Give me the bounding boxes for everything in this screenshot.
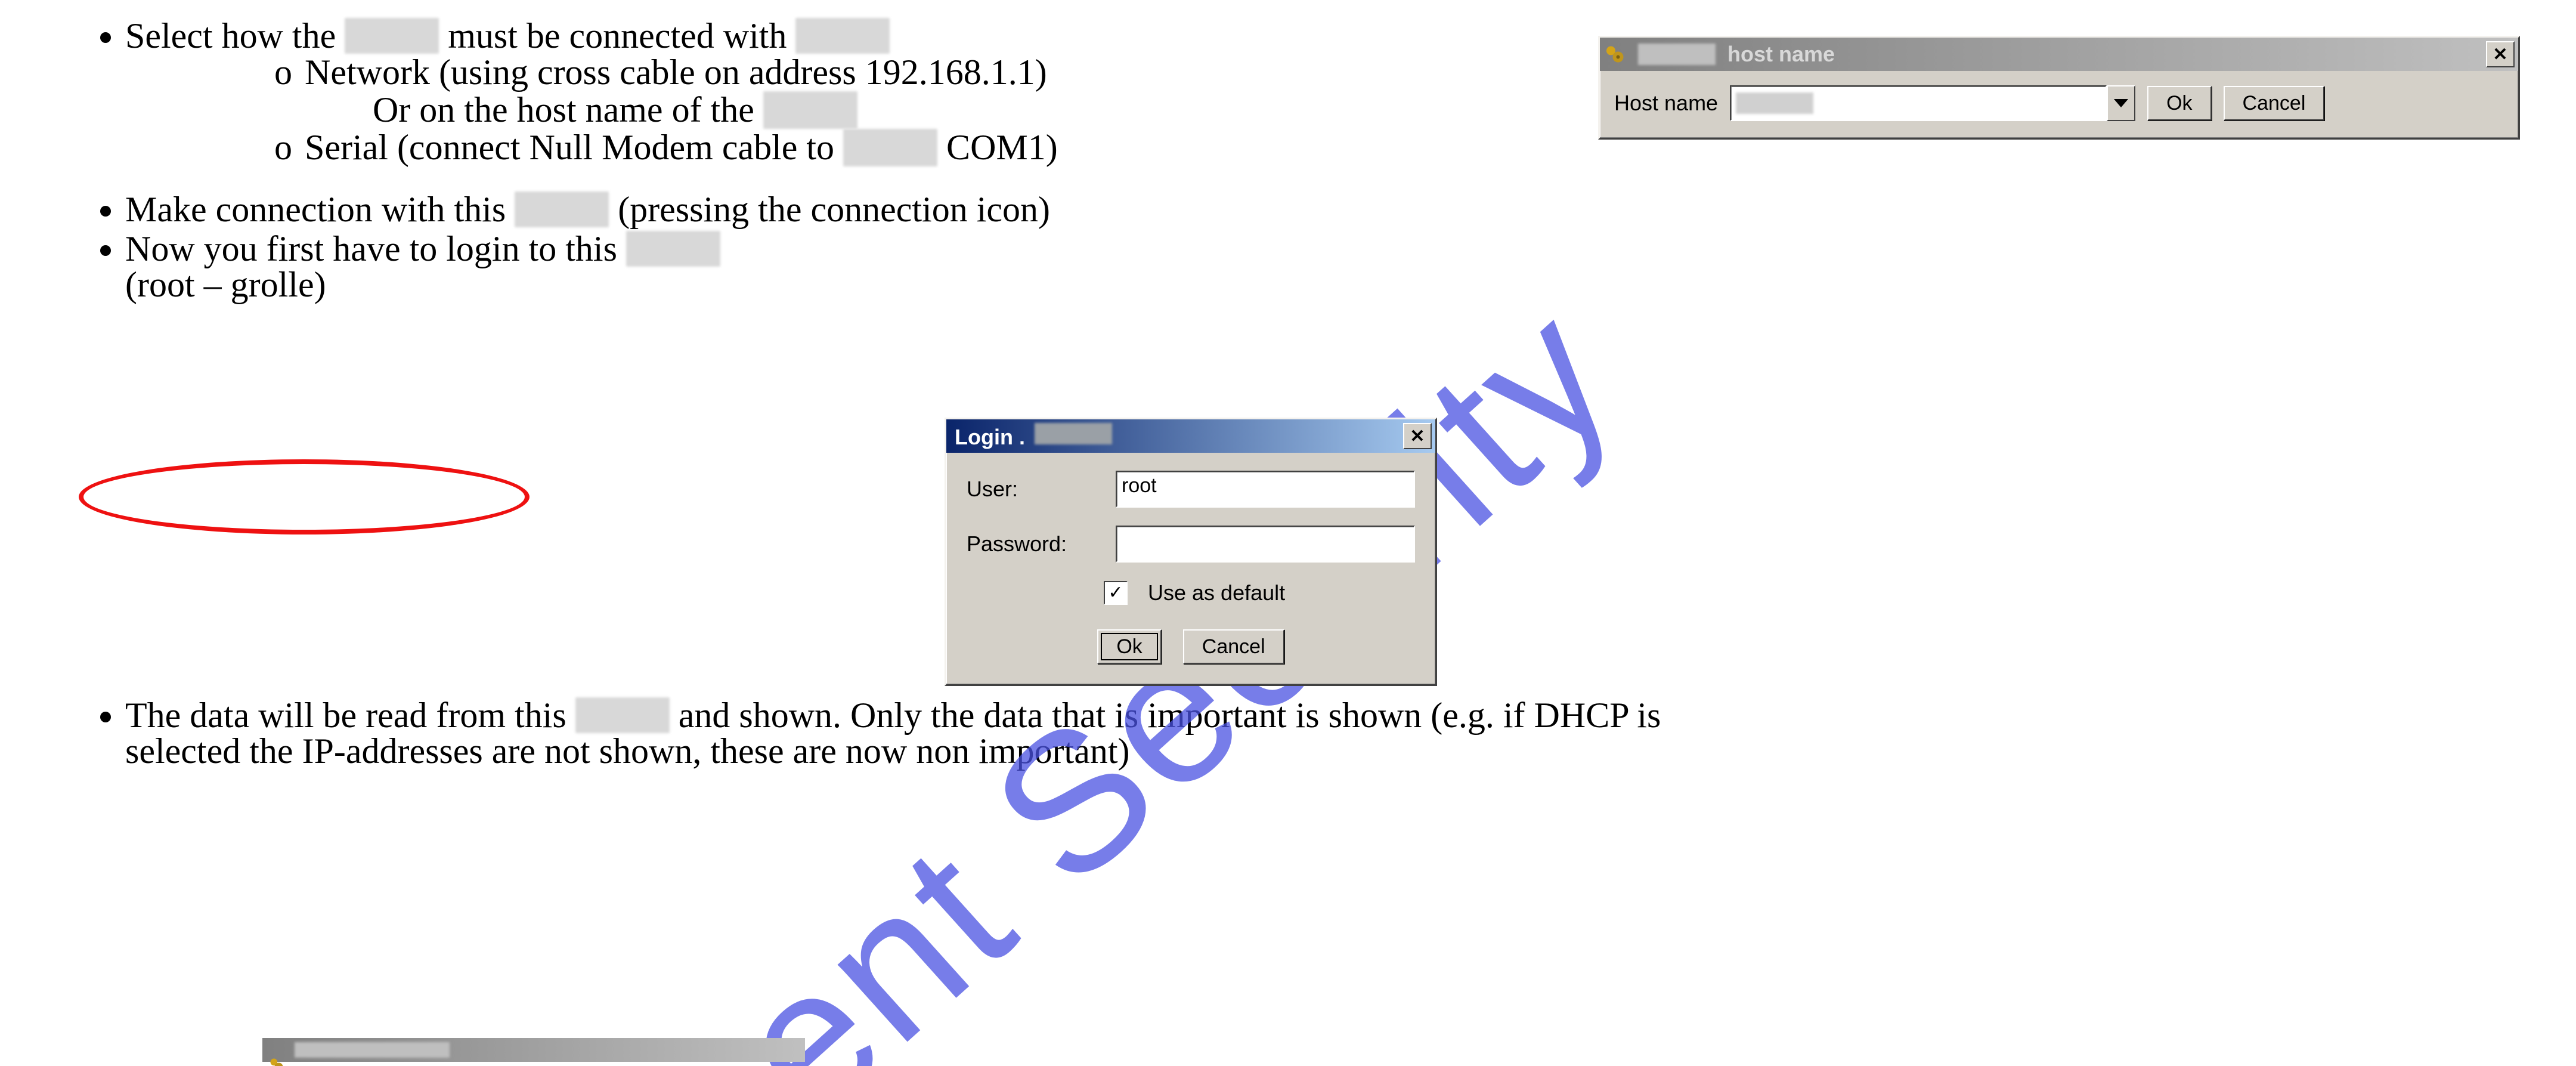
bullet-login: Now you first have to login to this xxxx… xyxy=(125,231,2385,302)
login-credentials-text: (root – grolle) xyxy=(125,267,2385,302)
text: Or on the host name of the xyxy=(373,90,763,129)
text: must be connected with xyxy=(448,16,795,55)
cancel-button[interactable]: Cancel xyxy=(1183,629,1284,664)
use-default-checkbox[interactable] xyxy=(1104,581,1128,605)
text: selected the IP-addresses are not shown,… xyxy=(125,733,2385,769)
text: (pressing the connection icon) xyxy=(618,190,1050,229)
ok-button[interactable]: Ok xyxy=(2147,86,2211,120)
redacted-word: xxxxx xyxy=(515,191,609,227)
dialog-title: Login . xyxy=(955,425,1025,449)
text: The data will be read from this xyxy=(125,696,575,735)
login-titlebar[interactable]: Login . ✕ xyxy=(946,419,1435,453)
chevron-down-icon[interactable] xyxy=(2107,85,2135,121)
redacted-word: xxxxx xyxy=(575,697,670,733)
text: Make connection with this xyxy=(125,190,515,229)
host-name-titlebar[interactable]: host name ✕ xyxy=(1600,38,2518,71)
redacted-word: xxxxx xyxy=(345,18,439,54)
bullet-make-connection: Make connection with this xxxxx (pressin… xyxy=(125,191,2385,227)
host-name-label: Host name xyxy=(1614,91,1718,116)
redacted-word: xxxxx xyxy=(843,129,937,166)
bullet-data-read: The data will be read from this xxxxx an… xyxy=(125,697,2385,769)
text: Network (using cross cable on address 19… xyxy=(305,52,1047,92)
login-dialog: Login . ✕ User: root Password: Use as de… xyxy=(945,418,1437,686)
text: and shown. Only the data that is importa… xyxy=(679,696,1661,735)
ok-button[interactable]: Ok xyxy=(1097,629,1161,664)
host-name-input[interactable] xyxy=(1730,85,2107,121)
password-label: Password: xyxy=(967,532,1104,557)
dialog-title: host name xyxy=(1723,42,2479,67)
text: Now you first have to login to this xyxy=(125,229,626,268)
gear-icon xyxy=(1603,42,1627,66)
redacted-title-part xyxy=(1035,423,1112,444)
close-icon[interactable]: ✕ xyxy=(2486,41,2515,67)
user-input[interactable]: root xyxy=(1116,471,1415,508)
redacted-word: xxxxx xyxy=(763,91,857,129)
redacted-word: xxxxx xyxy=(626,231,720,267)
user-label: User: xyxy=(967,477,1104,502)
host-name-combobox[interactable] xyxy=(1730,85,2135,121)
list-marker-o: o xyxy=(274,54,296,91)
password-input[interactable] xyxy=(1116,526,1415,563)
list-marker-o: o xyxy=(274,129,296,166)
text: Select how the xyxy=(125,16,345,55)
redacted-title-part xyxy=(1638,44,1716,65)
redacted-value xyxy=(1736,92,1813,114)
redacted-word: xxxxx xyxy=(795,18,890,54)
redacted-title-part xyxy=(295,1042,450,1058)
host-name-dialog: host name ✕ Host name Ok Cancel xyxy=(1598,36,2520,140)
cancel-button[interactable]: Cancel xyxy=(2224,86,2325,120)
text: Serial (connect Null Modem cable to xyxy=(305,128,843,167)
use-default-label: Use as default xyxy=(1148,580,1285,605)
gear-icon xyxy=(268,1041,286,1059)
text: COM1) xyxy=(946,128,1058,167)
cropped-titlebar xyxy=(262,1038,805,1062)
close-icon[interactable]: ✕ xyxy=(1403,423,1432,449)
